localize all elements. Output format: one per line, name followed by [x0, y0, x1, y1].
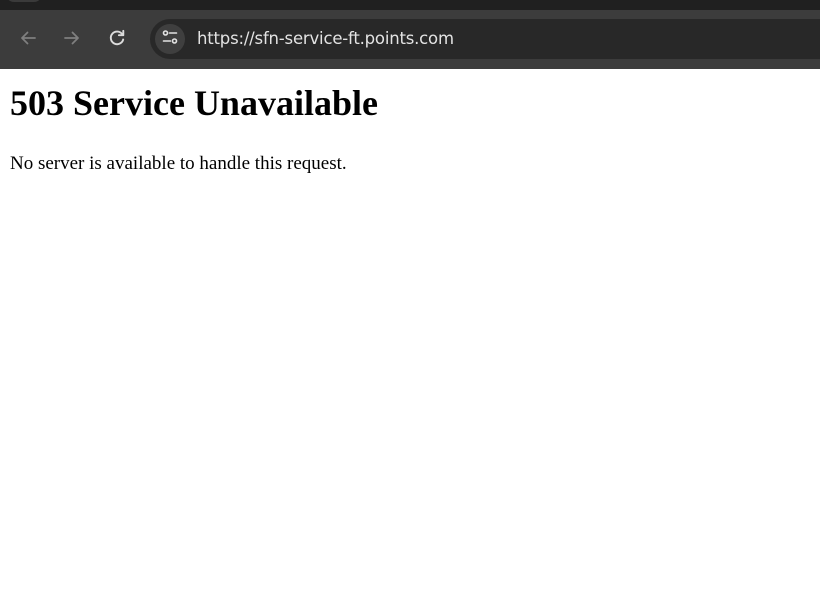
reload-button[interactable]	[105, 26, 129, 50]
tune-icon	[161, 28, 179, 51]
site-info-button[interactable]	[155, 24, 185, 54]
tab-strip	[0, 0, 820, 10]
browser-chrome: https://sfn-service-ft.points.com	[0, 0, 820, 69]
error-message: No server is available to handle this re…	[10, 153, 347, 174]
url-text[interactable]: https://sfn-service-ft.points.com	[197, 29, 454, 49]
back-button[interactable]	[16, 26, 40, 50]
address-bar[interactable]: https://sfn-service-ft.points.com	[150, 19, 820, 59]
forward-button[interactable]	[60, 26, 84, 50]
browser-toolbar: https://sfn-service-ft.points.com	[0, 10, 820, 69]
arrow-left-icon	[18, 28, 38, 48]
arrow-right-icon	[62, 28, 82, 48]
reload-icon	[107, 28, 127, 48]
browser-tab[interactable]	[6, 0, 42, 2]
page-content: 503 Service Unavailable No server is ava…	[0, 69, 820, 594]
page-title: 503 Service Unavailable	[10, 83, 378, 123]
